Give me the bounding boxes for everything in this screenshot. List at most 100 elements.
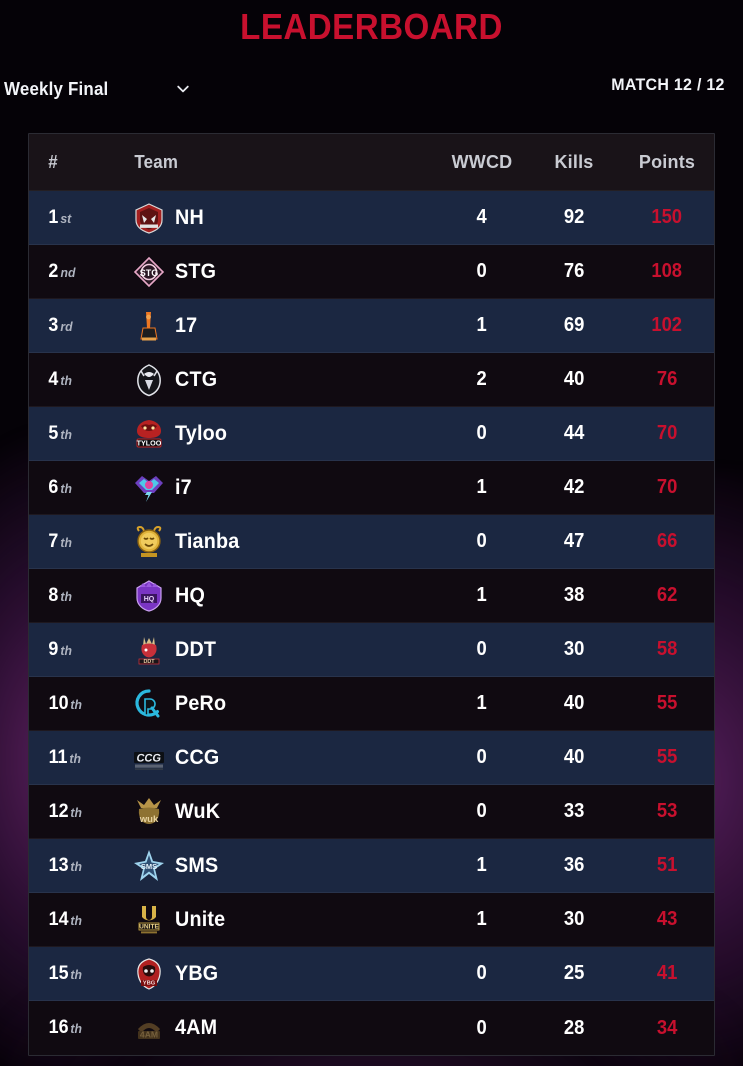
17-logo-icon — [131, 307, 167, 345]
team-name: WuK — [175, 799, 221, 823]
rank-suffix: nd — [60, 264, 75, 280]
cell-rank: 7th — [29, 531, 133, 553]
rank-number: 16 — [48, 1017, 69, 1038]
rank-number: 4 — [48, 368, 59, 390]
stg-logo-icon: STG — [131, 253, 167, 291]
page-title: LEADERBOARD — [240, 6, 503, 47]
team-name: i7 — [175, 475, 192, 499]
leaderboard-page: LEADERBOARD Weekly Final MATCH 12 / 12 #… — [0, 0, 743, 1066]
rank-suffix: th — [59, 372, 72, 388]
table-row[interactable]: 10th PeRo 1 40 55 — [29, 677, 714, 731]
rank-number: 7 — [48, 530, 59, 552]
cell-rank: 8th — [29, 585, 133, 607]
cell-team: YBG YBG — [133, 955, 436, 993]
table-header-row: # Team WWCD Kills Points — [29, 134, 714, 191]
cell-rank: 13th — [29, 855, 133, 877]
cell-points: 66 — [656, 530, 678, 552]
column-header-team: Team — [134, 151, 179, 172]
cell-points: 102 — [651, 314, 683, 336]
cell-kills: 36 — [563, 854, 585, 876]
svg-text:TYLOO: TYLOO — [137, 438, 162, 447]
sms-logo-icon: SMS — [131, 847, 167, 885]
cell-rank: 11th — [29, 747, 133, 769]
rank-suffix: st — [59, 210, 71, 226]
nh-logo-icon — [131, 199, 167, 237]
team-name: Unite — [175, 907, 226, 931]
rank-suffix: th — [70, 696, 83, 712]
rank-number: 13 — [48, 854, 69, 876]
match-counter: MATCH 12 / 12 — [611, 75, 725, 94]
pero-logo-icon — [131, 685, 167, 723]
rank-number: 14 — [48, 908, 69, 930]
cell-wwcd: 0 — [476, 1016, 488, 1039]
cell-wwcd: 0 — [476, 422, 488, 444]
cell-points: 76 — [656, 368, 678, 390]
cell-points: 150 — [651, 206, 683, 228]
cell-team: NH — [133, 199, 436, 237]
cell-points: 55 — [656, 746, 678, 768]
cell-team: CCG CCG — [133, 739, 436, 777]
rank-suffix: th — [59, 480, 72, 496]
table-row[interactable]: 5th TYLOO Tyloo 0 44 70 — [29, 407, 714, 461]
table-row[interactable]: 8th HQ HQ 1 38 62 — [29, 569, 714, 623]
svg-text:4AM: 4AM — [140, 1030, 158, 1040]
table-row[interactable]: 3rd 17 1 69 102 — [29, 299, 714, 353]
cell-wwcd: 1 — [476, 854, 488, 876]
cell-points: 62 — [656, 584, 678, 606]
svg-text:SMS: SMS — [141, 862, 157, 871]
cell-wwcd: 1 — [476, 314, 488, 336]
cell-rank: 15th — [29, 963, 133, 985]
table-row[interactable]: 1st NH 4 92 150 — [29, 191, 714, 245]
cell-kills: 38 — [563, 584, 585, 606]
cell-kills: 28 — [563, 1016, 585, 1039]
cell-team: TYLOO Tyloo — [133, 415, 436, 453]
rank-suffix: th — [59, 588, 72, 604]
cell-team: wuk WuK — [133, 793, 436, 831]
table-row[interactable]: 13th SMS SMS 1 36 51 — [29, 839, 714, 893]
cell-wwcd: 0 — [476, 530, 488, 552]
cell-points: 55 — [656, 692, 678, 714]
cell-rank: 12th — [29, 801, 133, 823]
table-row[interactable]: 2nd STG STG 0 76 108 — [29, 245, 714, 299]
cell-rank: 2nd — [29, 261, 133, 283]
cell-points: 51 — [656, 854, 678, 876]
table-row[interactable]: 14th UNITE Unite 1 30 43 — [29, 893, 714, 947]
cell-kills: 30 — [563, 638, 585, 660]
svg-text:CCG: CCG — [136, 752, 162, 764]
team-name: SMS — [175, 853, 219, 877]
rank-number: 11 — [48, 746, 68, 768]
table-row[interactable]: 9th DDT DDT 0 30 58 — [29, 623, 714, 677]
chevron-down-icon[interactable] — [174, 80, 192, 98]
table-row[interactable]: 12th wuk WuK 0 33 53 — [29, 785, 714, 839]
cell-kills: 92 — [563, 206, 585, 228]
cell-rank: 16th — [29, 1017, 133, 1039]
team-name: 17 — [175, 313, 198, 337]
table-row[interactable]: 6th i7 1 42 70 — [29, 461, 714, 515]
rank-suffix: th — [59, 426, 72, 442]
team-name: Tyloo — [175, 421, 228, 445]
cell-rank: 5th — [29, 423, 133, 445]
table-row[interactable]: 7th Tianba 0 47 66 — [29, 515, 714, 569]
tyloo-logo-icon: TYLOO — [131, 415, 167, 453]
rank-number: 8 — [48, 584, 59, 606]
unite-logo-icon: UNITE — [131, 901, 167, 939]
rank-suffix: th — [70, 966, 83, 982]
team-name: DDT — [175, 637, 217, 661]
cell-wwcd: 2 — [476, 368, 488, 390]
rank-suffix: th — [70, 858, 83, 874]
cell-team: STG STG — [133, 253, 436, 291]
season-dropdown[interactable]: Weekly Final — [4, 74, 115, 104]
table-row[interactable]: 4th CTG 2 40 76 — [29, 353, 714, 407]
cell-team: DDT DDT — [133, 631, 436, 669]
cell-kills: 42 — [563, 476, 585, 498]
cell-wwcd: 0 — [476, 638, 488, 660]
table-row[interactable]: 11th CCG CCG 0 40 55 — [29, 731, 714, 785]
wuk-logo-icon: wuk — [131, 793, 167, 831]
table-row[interactable]: 15th YBG YBG 0 25 41 — [29, 947, 714, 1001]
table-row[interactable]: 16th 4AM 4AM 0 28 34 — [29, 1001, 714, 1055]
cell-wwcd: 1 — [476, 908, 488, 930]
svg-text:STG: STG — [140, 268, 159, 278]
rank-number: 9 — [48, 638, 59, 660]
cell-wwcd: 4 — [476, 206, 488, 228]
svg-text:DDT: DDT — [143, 659, 155, 665]
